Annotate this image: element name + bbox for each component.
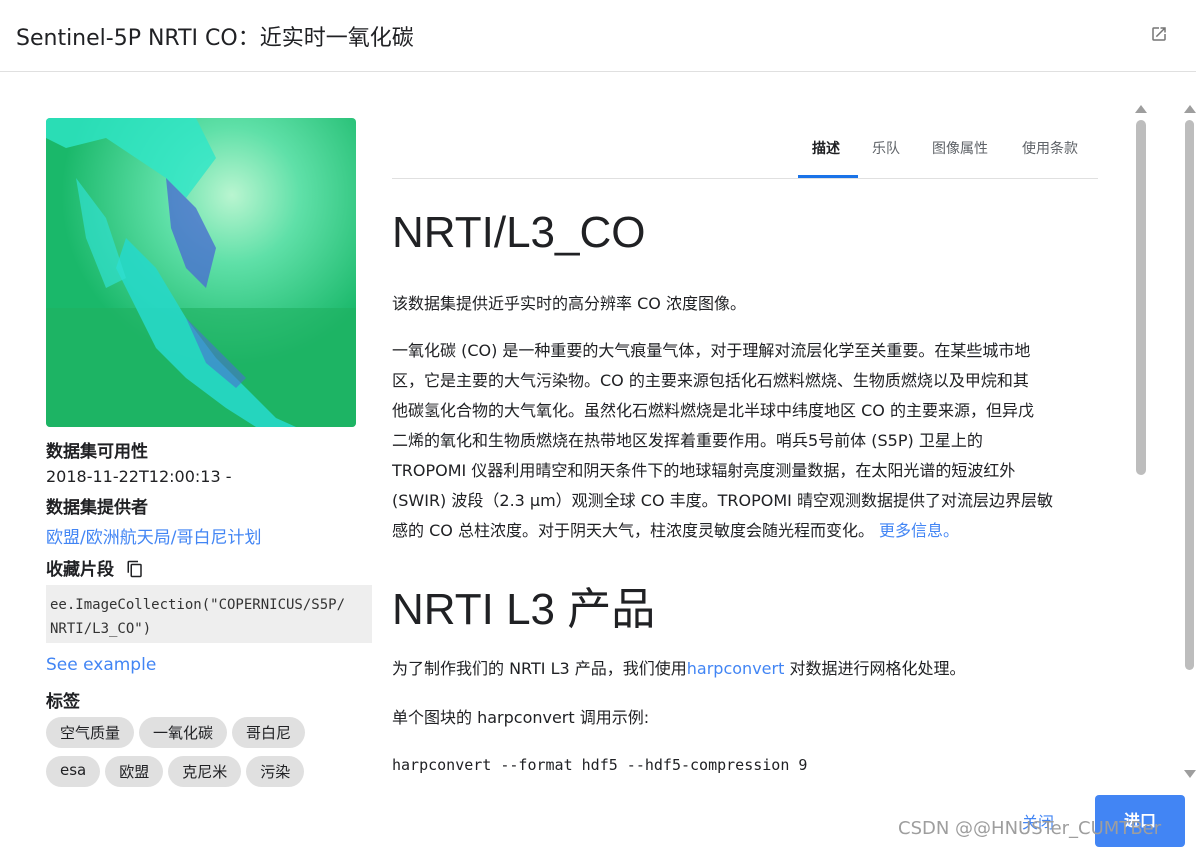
tab-bar: 描述 乐队 图像属性 使用条款 xyxy=(392,118,1098,179)
snippet-label: 收藏片段 xyxy=(46,560,114,580)
tag-chip[interactable]: 污染 xyxy=(246,756,305,787)
tab-description[interactable]: 描述 xyxy=(812,138,840,176)
tag-chip[interactable]: 哥白尼 xyxy=(232,717,306,748)
see-example-row[interactable]: See example xyxy=(46,655,372,677)
tag-chip[interactable]: 欧盟 xyxy=(105,756,164,787)
dialog-title: Sentinel-5P NRTI CO：近实时一氧化碳 xyxy=(16,26,414,51)
description-paragraph: 一氧化碳 (CO) 是一种重要的大气痕量气体，对于理解对流层化学至关重要。在某些… xyxy=(392,336,1092,546)
p2-text-after: 对数据进行网格化处理。 xyxy=(784,659,966,678)
provider-link-text[interactable]: 欧盟/欧洲航天局/哥白尼计划 xyxy=(46,528,261,548)
outer-scroll-down-arrow[interactable] xyxy=(1184,770,1196,778)
paragraph-line: TROPOMI 仪器利用晴空和阴天条件下的地球辐射亮度测量数据，在太阳光谱的短波… xyxy=(392,461,1016,480)
content-heading-2: NRTI L3 产品 xyxy=(392,585,656,634)
tag-chip[interactable]: 克尼米 xyxy=(168,756,242,787)
content-heading-1: NRTI/L3_CO xyxy=(392,208,646,257)
paragraph-line-last: 感的 CO 总柱浓度。对于阴天大气，柱浓度灵敏度会随光程而变化。 更多信息。 xyxy=(392,516,1092,546)
tab-image-properties[interactable]: 图像属性 xyxy=(932,138,988,176)
intro-paragraph: 该数据集提供近乎实时的高分辨率 CO 浓度图像。 xyxy=(392,294,746,313)
example-call-paragraph: 单个图块的 harpconvert 调用示例: xyxy=(392,708,650,727)
more-info-link[interactable]: 更多信息。 xyxy=(879,521,959,540)
outer-scrollbar-thumb[interactable] xyxy=(1185,120,1194,670)
harpconvert-paragraph: 为了制作我们的 NRTI L3 产品，我们使用harpconvert 对数据进行… xyxy=(392,654,1092,684)
tag-chip[interactable]: 一氧化碳 xyxy=(139,717,228,748)
paragraph-line: 二烯的氧化和生物质燃烧在热带地区发挥着重要作用。哨兵5号前体 (S5P) 卫星上… xyxy=(392,431,983,450)
active-tab-indicator xyxy=(798,175,858,178)
watermark-text: CSDN @@HNUSTer_CUMTBer xyxy=(898,818,1162,839)
availability-label: 数据集可用性 xyxy=(46,442,148,462)
tag-chip[interactable]: esa xyxy=(46,756,101,787)
code-snippet[interactable]: ee.ImageCollection("COPERNICUS/S5P/ NRTI… xyxy=(46,585,372,643)
paragraph-line: 一氧化碳 (CO) 是一种重要的大气痕量气体，对于理解对流层化学至关重要。在某些… xyxy=(392,341,1031,360)
paragraph-line: (SWIR) 波段（2.3 μm）观测全球 CO 丰度。TROPOMI 晴空观测… xyxy=(392,491,1053,510)
p2-text-before: 为了制作我们的 NRTI L3 产品，我们使用 xyxy=(392,659,687,678)
content-scrollbar-thumb[interactable] xyxy=(1136,120,1146,475)
dataset-thumbnail xyxy=(46,118,356,427)
open-in-new-icon[interactable] xyxy=(1150,25,1168,43)
see-example-link[interactable]: See example xyxy=(46,655,156,675)
paragraph-line: 区，它是主要的大气污染物。CO 的主要来源包括化石燃料燃烧、生物质燃烧以及甲烷和… xyxy=(392,371,1029,390)
provider-label: 数据集提供者 xyxy=(46,498,148,518)
code-example: harpconvert --format hdf5 --hdf5-compres… xyxy=(392,756,808,774)
paragraph-line: 他碳氢化合物的大气氧化。虽然化石燃料燃烧是北半球中纬度地区 CO 的主要来源，但… xyxy=(392,401,1034,420)
tab-bands[interactable]: 乐队 xyxy=(872,138,900,176)
tags-list: 空气质量 一氧化碳 哥白尼 esa 欧盟 克尼米 污染 xyxy=(46,717,346,787)
provider-link[interactable]: 欧盟/欧洲航天局/哥白尼计划 xyxy=(46,523,372,548)
dataset-sidebar: 数据集可用性 2018-11-22T12:00:13 - 数据集提供者 欧盟/欧… xyxy=(46,118,372,787)
availability-value: 2018-11-22T12:00:13 - xyxy=(46,467,232,486)
copy-icon[interactable] xyxy=(126,560,144,578)
description-panel: 描述 乐队 图像属性 使用条款 NRTI/L3_CO 该数据集提供近乎实时的高分… xyxy=(392,118,1098,786)
snippet-label-row: 收藏片段 xyxy=(46,555,372,580)
tags-label: 标签 xyxy=(46,692,80,712)
harpconvert-link[interactable]: harpconvert xyxy=(687,659,785,678)
paragraph-line: 感的 CO 总柱浓度。对于阴天大气，柱浓度灵敏度会随光程而变化。 xyxy=(392,521,874,540)
scroll-up-arrow[interactable] xyxy=(1135,105,1147,113)
tab-terms-of-use[interactable]: 使用条款 xyxy=(1022,138,1078,176)
outer-scroll-up-arrow[interactable] xyxy=(1184,105,1196,113)
tag-chip[interactable]: 空气质量 xyxy=(46,717,135,748)
dialog-header: Sentinel-5P NRTI CO：近实时一氧化碳 xyxy=(0,0,1196,72)
